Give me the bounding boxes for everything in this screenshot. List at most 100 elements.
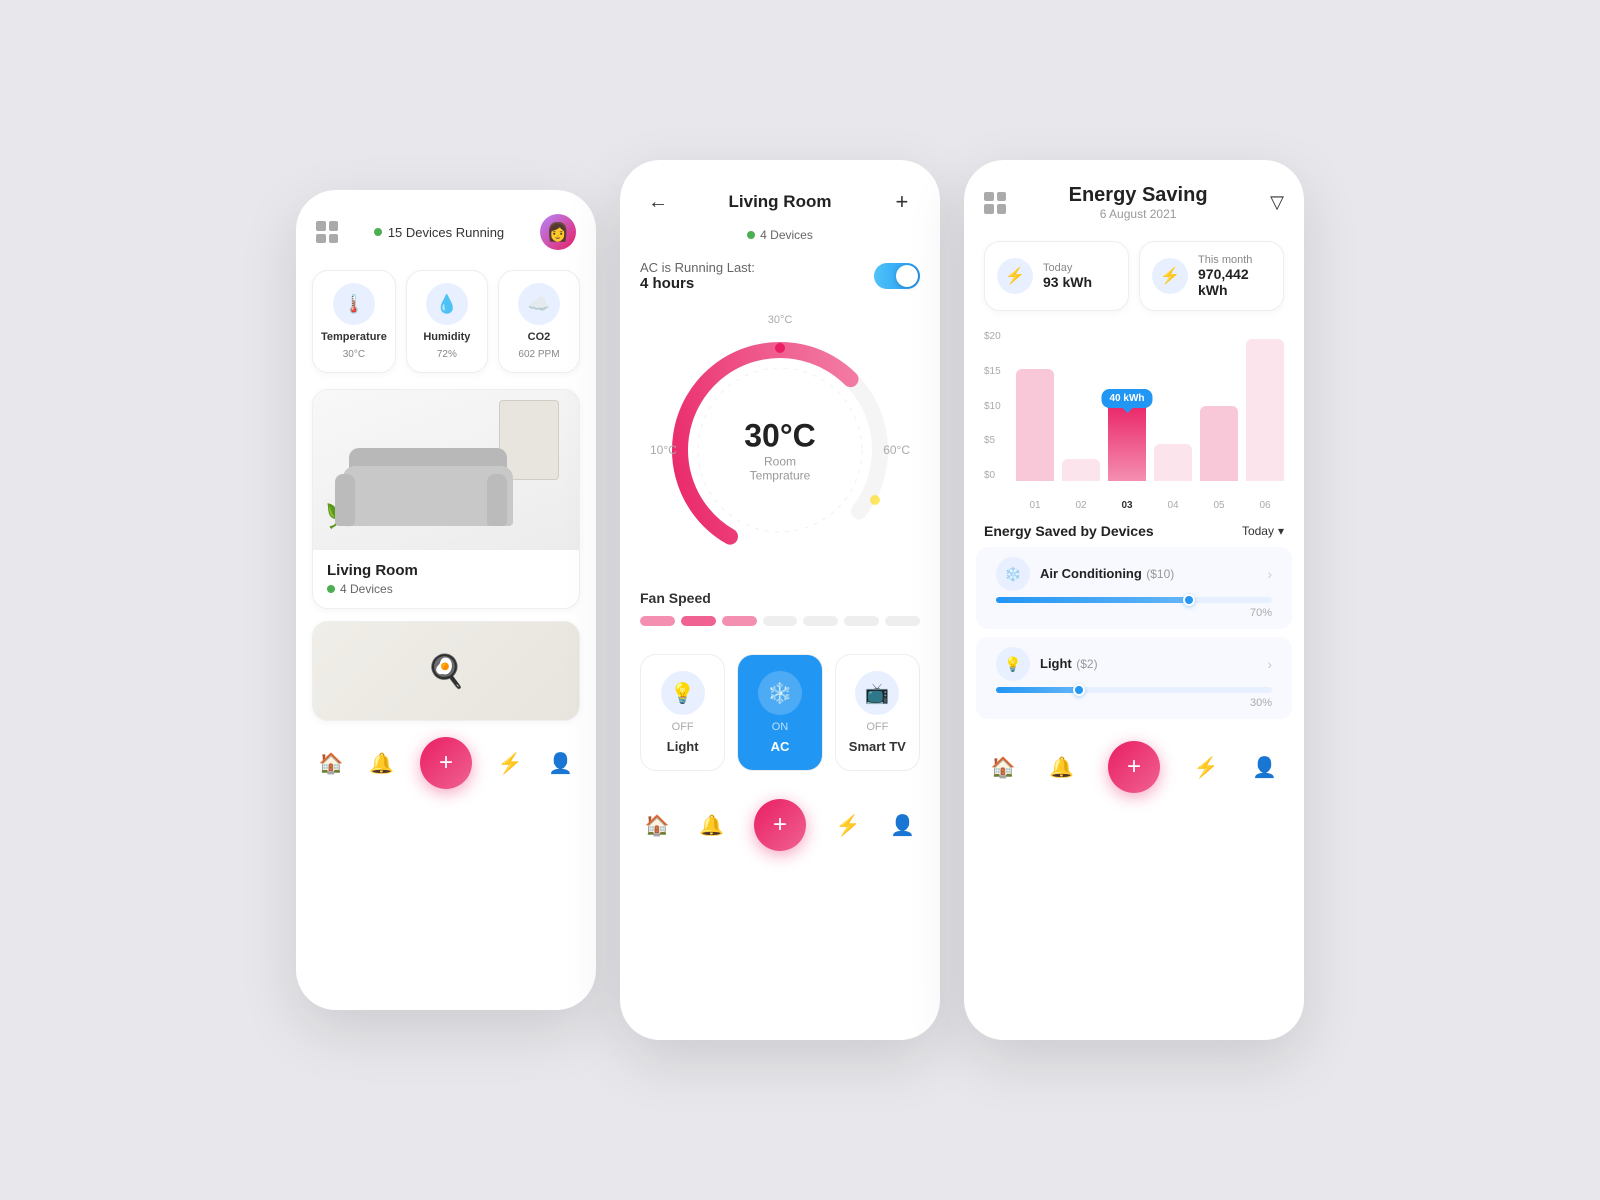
p3-header: Energy Saving 6 August 2021 ▽ (964, 160, 1304, 229)
chart-container: $20 $15 $10 $5 $0 (964, 323, 1304, 511)
room-image: 🌿 (313, 390, 579, 550)
co2-icon: ☁️ (518, 283, 560, 325)
chart-area: $20 $15 $10 $5 $0 (984, 331, 1284, 511)
grid-menu-icon[interactable] (316, 221, 338, 243)
bar-02[interactable] (1062, 459, 1100, 482)
phone-2: ← Living Room + 4 Devices AC is Running … (620, 160, 940, 1040)
p2-nav-bell[interactable]: 🔔 (699, 813, 724, 838)
bar-group-06 (1246, 331, 1284, 481)
light-row-info: Light ($2) (1040, 655, 1098, 673)
p3-nav-home[interactable]: 🏠 (991, 755, 1016, 780)
p3-grid-icon[interactable] (984, 192, 1006, 214)
nav-bell[interactable]: 🔔 (369, 751, 394, 776)
room-info: Living Room 4 Devices (313, 550, 579, 608)
p2-title-block: Living Room (729, 192, 832, 212)
bar-05[interactable] (1200, 406, 1238, 481)
humidity-icon: 💧 (426, 283, 468, 325)
p2-subtitle: 4 Devices (620, 228, 940, 242)
bar-01[interactable] (1016, 369, 1054, 482)
bar-06[interactable] (1246, 339, 1284, 482)
fan-speed-title: Fan Speed (640, 590, 920, 606)
ac-toggle-row: AC is Running Last: 4 hours (620, 252, 940, 304)
ac-icon: ❄️ (758, 671, 802, 715)
ac-device-row[interactable]: ❄️ Air Conditioning ($10) › 70% (976, 547, 1292, 629)
room-active-dot (747, 231, 755, 239)
ac-chevron: › (1267, 566, 1272, 582)
toggle-knob (896, 265, 918, 287)
light-row-icon: 💡 (996, 647, 1030, 681)
light-icon: 💡 (661, 671, 705, 715)
fan-bar-4[interactable] (763, 616, 798, 626)
fan-bar-6[interactable] (844, 616, 879, 626)
p2-nav-energy[interactable]: ⚡ (836, 813, 861, 838)
couch-arm-left (335, 474, 355, 526)
back-button[interactable]: ← (640, 184, 676, 220)
fan-bars[interactable] (640, 616, 920, 626)
nav-profile[interactable]: 👤 (548, 751, 573, 776)
filter-icon[interactable]: ▽ (1270, 192, 1284, 213)
p2-header: ← Living Room + (620, 160, 940, 228)
bar-tooltip: 40 kWh (1101, 389, 1152, 408)
bar-group-03: 40 kWh (1108, 331, 1146, 481)
light-device-row[interactable]: 💡 Light ($2) › 30% (976, 637, 1292, 719)
bar-04[interactable] (1154, 444, 1192, 482)
nav-home[interactable]: 🏠 (319, 751, 344, 776)
month-energy-card[interactable]: ⚡ This month 970,442 kWh (1139, 241, 1284, 311)
living-room-card[interactable]: 🌿 Living Room 4 Devices (312, 389, 580, 609)
p1-header: 15 Devices Running 👩 (296, 190, 596, 262)
today-icon: ⚡ (997, 258, 1033, 294)
fan-bar-7[interactable] (885, 616, 920, 626)
p3-fab-button[interactable]: + (1108, 741, 1160, 793)
kitchen-icon: 🍳 (426, 652, 466, 690)
p3-nav-profile[interactable]: 👤 (1252, 755, 1277, 780)
p3-title-block: Energy Saving 6 August 2021 (1069, 184, 1208, 221)
avatar[interactable]: 👩 (540, 214, 576, 250)
phone-1: 15 Devices Running 👩 🌡️ Temperature 30°C… (296, 190, 596, 1010)
couch-scene: 🌿 (313, 390, 579, 550)
ac-toggle-switch[interactable] (874, 263, 920, 289)
today-dropdown[interactable]: Today ▾ (1242, 524, 1284, 538)
p3-nav-energy[interactable]: ⚡ (1194, 755, 1219, 780)
ac-row-icon: ❄️ (996, 557, 1030, 591)
kitchen-card[interactable]: 🍳 (312, 621, 580, 721)
ac-progress-pct: 70% (996, 607, 1272, 619)
ac-button[interactable]: ❄️ ON AC (737, 654, 822, 771)
fan-bar-2[interactable] (681, 616, 716, 626)
ac-row-left: ❄️ Air Conditioning ($10) (996, 557, 1174, 591)
light-progress-bg (996, 687, 1272, 693)
light-progress-knob[interactable] (1073, 684, 1085, 696)
sensor-card-temperature[interactable]: 🌡️ Temperature 30°C (312, 270, 396, 373)
p2-nav-home[interactable]: 🏠 (645, 813, 670, 838)
light-button[interactable]: 💡 OFF Light (640, 654, 725, 771)
chart-x-labels: 01 02 03 04 05 06 (1016, 500, 1284, 511)
light-row-left: 💡 Light ($2) (996, 647, 1098, 681)
gauge-center: 30°C Room Temprature (744, 418, 816, 483)
tv-icon: 📺 (855, 671, 899, 715)
gauge-container: 30°C (620, 304, 940, 590)
thermometer-icon: 🌡️ (333, 283, 375, 325)
chart-bars-area: 40 kWh (1016, 331, 1284, 481)
add-button[interactable]: + (884, 184, 920, 220)
fab-add-button[interactable]: + (420, 737, 472, 789)
fan-bar-1[interactable] (640, 616, 675, 626)
ac-row-top: ❄️ Air Conditioning ($10) › (996, 557, 1272, 591)
tv-button[interactable]: 📺 OFF Smart TV (835, 654, 920, 771)
month-info: This month 970,442 kWh (1198, 254, 1271, 298)
bottom-nav: 🏠 🔔 + ⚡ 👤 (296, 721, 596, 809)
today-info: Today 93 kWh (1043, 262, 1092, 290)
today-energy-card[interactable]: ⚡ Today 93 kWh (984, 241, 1129, 311)
sensor-card-humidity[interactable]: 💧 Humidity 72% (406, 270, 488, 373)
ac-progress-knob[interactable] (1183, 594, 1195, 606)
sensor-card-co2[interactable]: ☁️ CO2 602 PPM (498, 270, 580, 373)
light-progress-fill (996, 687, 1079, 693)
p2-fab-button[interactable]: + (754, 799, 806, 851)
ac-progress-fill (996, 597, 1189, 603)
light-progress-pct: 30% (996, 697, 1272, 709)
gauge-top-label: 30°C (768, 314, 793, 326)
fan-bar-5[interactable] (803, 616, 838, 626)
p3-nav-bell[interactable]: 🔔 (1049, 755, 1074, 780)
p2-nav-profile[interactable]: 👤 (890, 813, 915, 838)
fan-bar-3[interactable] (722, 616, 757, 626)
p3-bottom-nav: 🏠 🔔 + ⚡ 👤 (964, 727, 1304, 813)
nav-energy[interactable]: ⚡ (498, 751, 523, 776)
